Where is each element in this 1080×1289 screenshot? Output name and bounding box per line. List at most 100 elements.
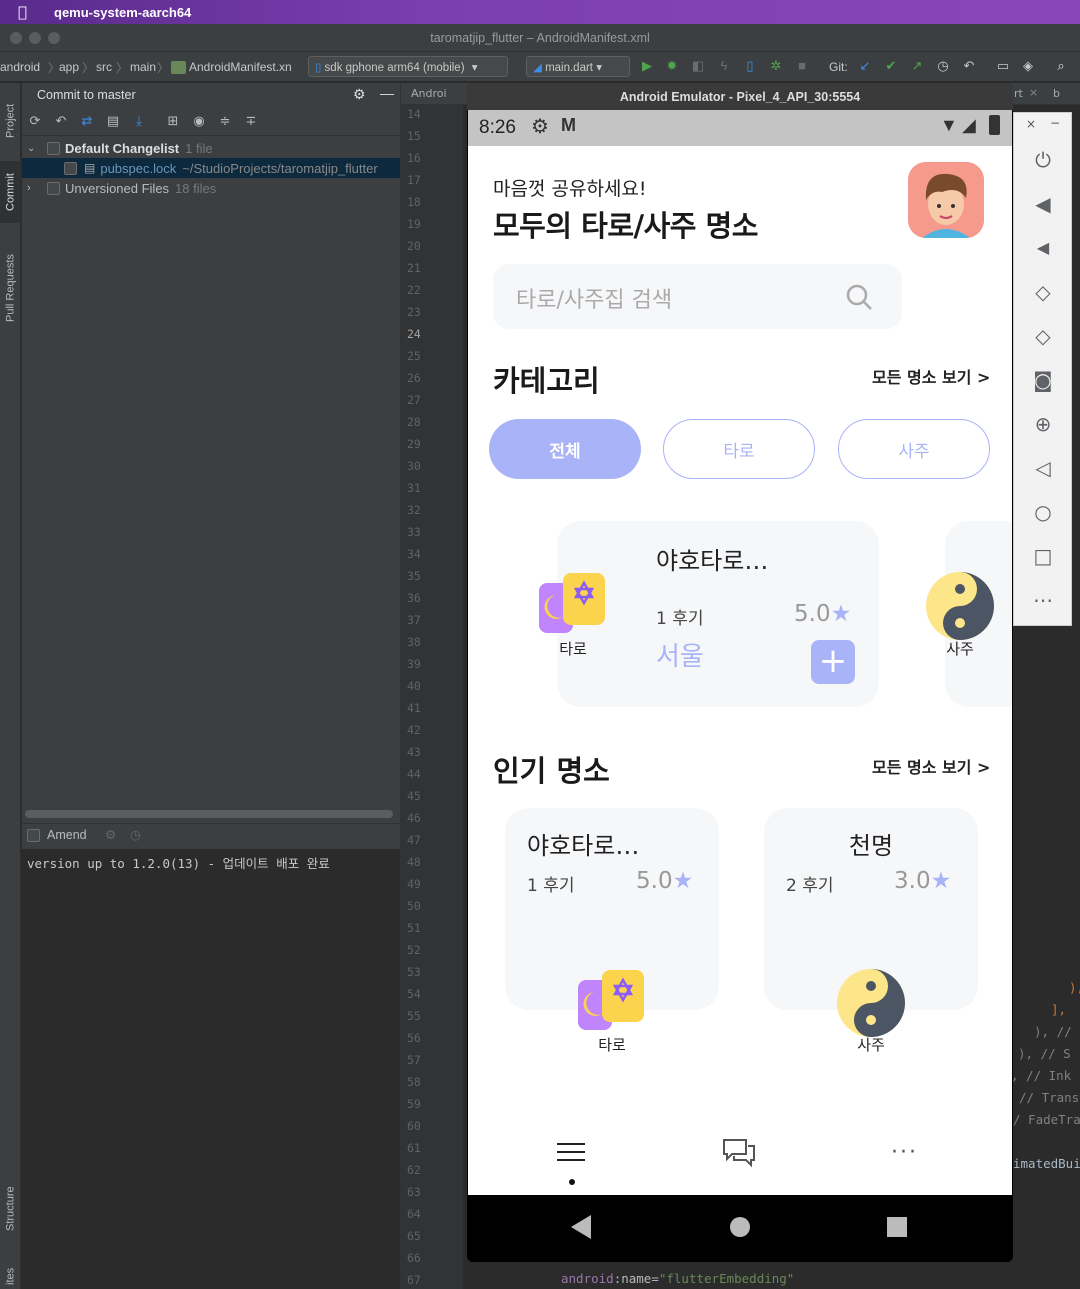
- gear-icon[interactable]: ⚙: [353, 86, 366, 103]
- chevron-right-icon[interactable]: ›: [27, 182, 41, 194]
- rotate-right-icon[interactable]: ◇: [1030, 323, 1056, 349]
- popular-see-all-link[interactable]: 모든 명소 보기 >: [872, 754, 990, 778]
- amend-bar: Amend ⚙ ◷: [22, 823, 400, 847]
- stop-icon[interactable]: ■: [795, 59, 809, 73]
- more-icon[interactable]: ⋯: [1030, 587, 1056, 613]
- line-number-gutter: 14 15 16 17 18 19 20 21 22 23 24 25 26 27 28 29 30 31 32 33…: [401, 105, 463, 1289]
- file-row-pubspec[interactable]: ▤ pubspec.lock ~/StudioProjects/taromatj…: [22, 158, 400, 178]
- changelist-checkbox[interactable]: [47, 141, 60, 155]
- gear-icon[interactable]: ⚙: [105, 827, 116, 842]
- amend-label[interactable]: Amend: [47, 828, 87, 842]
- breadcrumb-app[interactable]: app: [59, 60, 79, 74]
- breadcrumb-file[interactable]: AndroidManifest.xn: [189, 60, 292, 74]
- run-config-selector[interactable]: ◢ main.dart ▾: [526, 56, 630, 77]
- minimize-icon[interactable]: —: [380, 85, 394, 101]
- close-tab-icon[interactable]: ×: [1029, 86, 1038, 99]
- more-nav-icon[interactable]: ···: [891, 1140, 918, 1165]
- avatar[interactable]: [908, 162, 984, 238]
- history-icon[interactable]: ◷: [936, 59, 950, 73]
- zoom-icon[interactable]: ⊕: [1030, 411, 1056, 437]
- search-icon[interactable]: ⌕: [1054, 59, 1068, 73]
- volume-up-icon[interactable]: ◀: [1030, 191, 1056, 217]
- category-pill-tarot[interactable]: 타로: [663, 419, 815, 479]
- menu-nav-icon[interactable]: [557, 1141, 585, 1165]
- breadcrumb-main[interactable]: main: [130, 60, 156, 74]
- search-icon[interactable]: [845, 283, 873, 311]
- pull-requests-tool-tab[interactable]: Pull Requests: [0, 241, 21, 335]
- changelist-icon[interactable]: ▤: [106, 115, 120, 129]
- commit-message-editor[interactable]: version up to 1.2.0(13) - 업데이트 배포 완료: [22, 849, 400, 1289]
- debug-icon[interactable]: ✹: [665, 59, 679, 73]
- favorites-tool-tab[interactable]: ites: [0, 1263, 21, 1289]
- group-by-icon[interactable]: ⊞: [166, 115, 180, 129]
- collapse-all-icon[interactable]: ∓: [244, 115, 258, 129]
- chat-nav-icon[interactable]: [722, 1138, 756, 1168]
- expand-all-icon[interactable]: ≑: [218, 115, 232, 129]
- amend-checkbox[interactable]: [27, 829, 40, 842]
- git-commit-icon[interactable]: ✔: [884, 59, 898, 73]
- unversioned-row[interactable]: › Unversioned Files 18 files: [22, 178, 400, 198]
- category-pill-saju[interactable]: 사주: [838, 419, 990, 479]
- hot-reload-icon[interactable]: ϟ: [717, 59, 731, 73]
- close-window-button[interactable]: [10, 32, 22, 44]
- git-push-icon[interactable]: ↗: [910, 59, 924, 73]
- breadcrumb-android[interactable]: android: [0, 60, 40, 74]
- minimize-window-button[interactable]: [29, 32, 41, 44]
- overview-icon[interactable]: □: [1030, 543, 1056, 569]
- back-nav-icon[interactable]: [571, 1215, 591, 1239]
- category-pill-all[interactable]: 전체: [489, 419, 641, 479]
- run-icon[interactable]: ▶: [640, 59, 654, 73]
- profile-icon[interactable]: ✲: [769, 59, 783, 73]
- breadcrumb-src[interactable]: src: [96, 60, 112, 74]
- show-icon[interactable]: ◉: [192, 115, 206, 129]
- rollback-icon[interactable]: ↶: [962, 59, 976, 73]
- project-tool-tab[interactable]: Project: [0, 89, 21, 153]
- attach-icon[interactable]: ◧: [691, 59, 705, 73]
- search-input[interactable]: 타로/사주집 검색: [493, 264, 902, 329]
- rollback-icon[interactable]: ↶: [54, 115, 68, 129]
- active-app-name[interactable]: qemu-system-aarch64: [54, 5, 191, 20]
- refresh-icon[interactable]: ⟳: [28, 115, 42, 129]
- zoom-window-button[interactable]: [48, 32, 60, 44]
- hot-restart-icon[interactable]: ▯: [743, 59, 757, 73]
- file-checkbox[interactable]: [64, 161, 77, 175]
- rotate-left-icon[interactable]: ◇: [1030, 279, 1056, 305]
- changelist-count: 1 file: [185, 140, 213, 156]
- camera-icon[interactable]: ◙: [1030, 367, 1056, 393]
- tab-android-manifest[interactable]: Androi: [411, 87, 447, 100]
- chevron-down-icon[interactable]: ⌄: [27, 143, 41, 154]
- tab-partial-2[interactable]: b: [1053, 87, 1060, 100]
- minimize-icon[interactable]: −: [1050, 116, 1060, 130]
- device-manager-icon[interactable]: ▭: [996, 59, 1010, 73]
- tab-partial[interactable]: rt: [1014, 87, 1023, 100]
- unversioned-checkbox[interactable]: [47, 181, 60, 195]
- card-reviews: 1 후기: [656, 609, 704, 629]
- code-fragment: ), //: [1034, 1024, 1072, 1039]
- add-button[interactable]: +: [811, 640, 855, 684]
- close-icon[interactable]: ×: [1026, 117, 1036, 131]
- home-nav-icon[interactable]: [730, 1217, 750, 1237]
- horizontal-scrollbar[interactable]: [25, 810, 393, 818]
- changelist-row[interactable]: ⌄ Default Changelist 1 file: [22, 138, 400, 158]
- rating-value: 5.0: [636, 868, 673, 894]
- recents-nav-icon[interactable]: [887, 1217, 907, 1237]
- home-icon[interactable]: ○: [1030, 499, 1056, 525]
- back-icon[interactable]: ◁: [1030, 455, 1056, 481]
- device-selector[interactable]: ▯ sdk gphone arm64 (mobile) ▾: [308, 56, 508, 77]
- shelve-icon[interactable]: ⤓: [132, 115, 146, 129]
- commit-tool-tab[interactable]: Commit: [0, 161, 21, 223]
- power-icon[interactable]: ⏻: [1030, 147, 1056, 173]
- sdk-manager-icon[interactable]: ◈: [1021, 59, 1035, 73]
- git-update-icon[interactable]: ↙: [858, 59, 872, 73]
- line-number: 65: [407, 1229, 421, 1243]
- history-icon[interactable]: ◷: [130, 827, 141, 842]
- diff-icon[interactable]: ⇄: [80, 115, 94, 129]
- line-number: 17: [407, 173, 421, 187]
- code-fragment: ),: [1069, 980, 1080, 995]
- line-number: 57: [407, 1053, 421, 1067]
- structure-tool-tab[interactable]: Structure: [0, 1173, 21, 1245]
- see-all-link[interactable]: 모든 명소 보기 >: [872, 364, 990, 388]
- line-number: 42: [407, 723, 421, 737]
- apple-icon[interactable]: : [18, 4, 34, 20]
- volume-down-icon[interactable]: ◀: [1030, 235, 1056, 261]
